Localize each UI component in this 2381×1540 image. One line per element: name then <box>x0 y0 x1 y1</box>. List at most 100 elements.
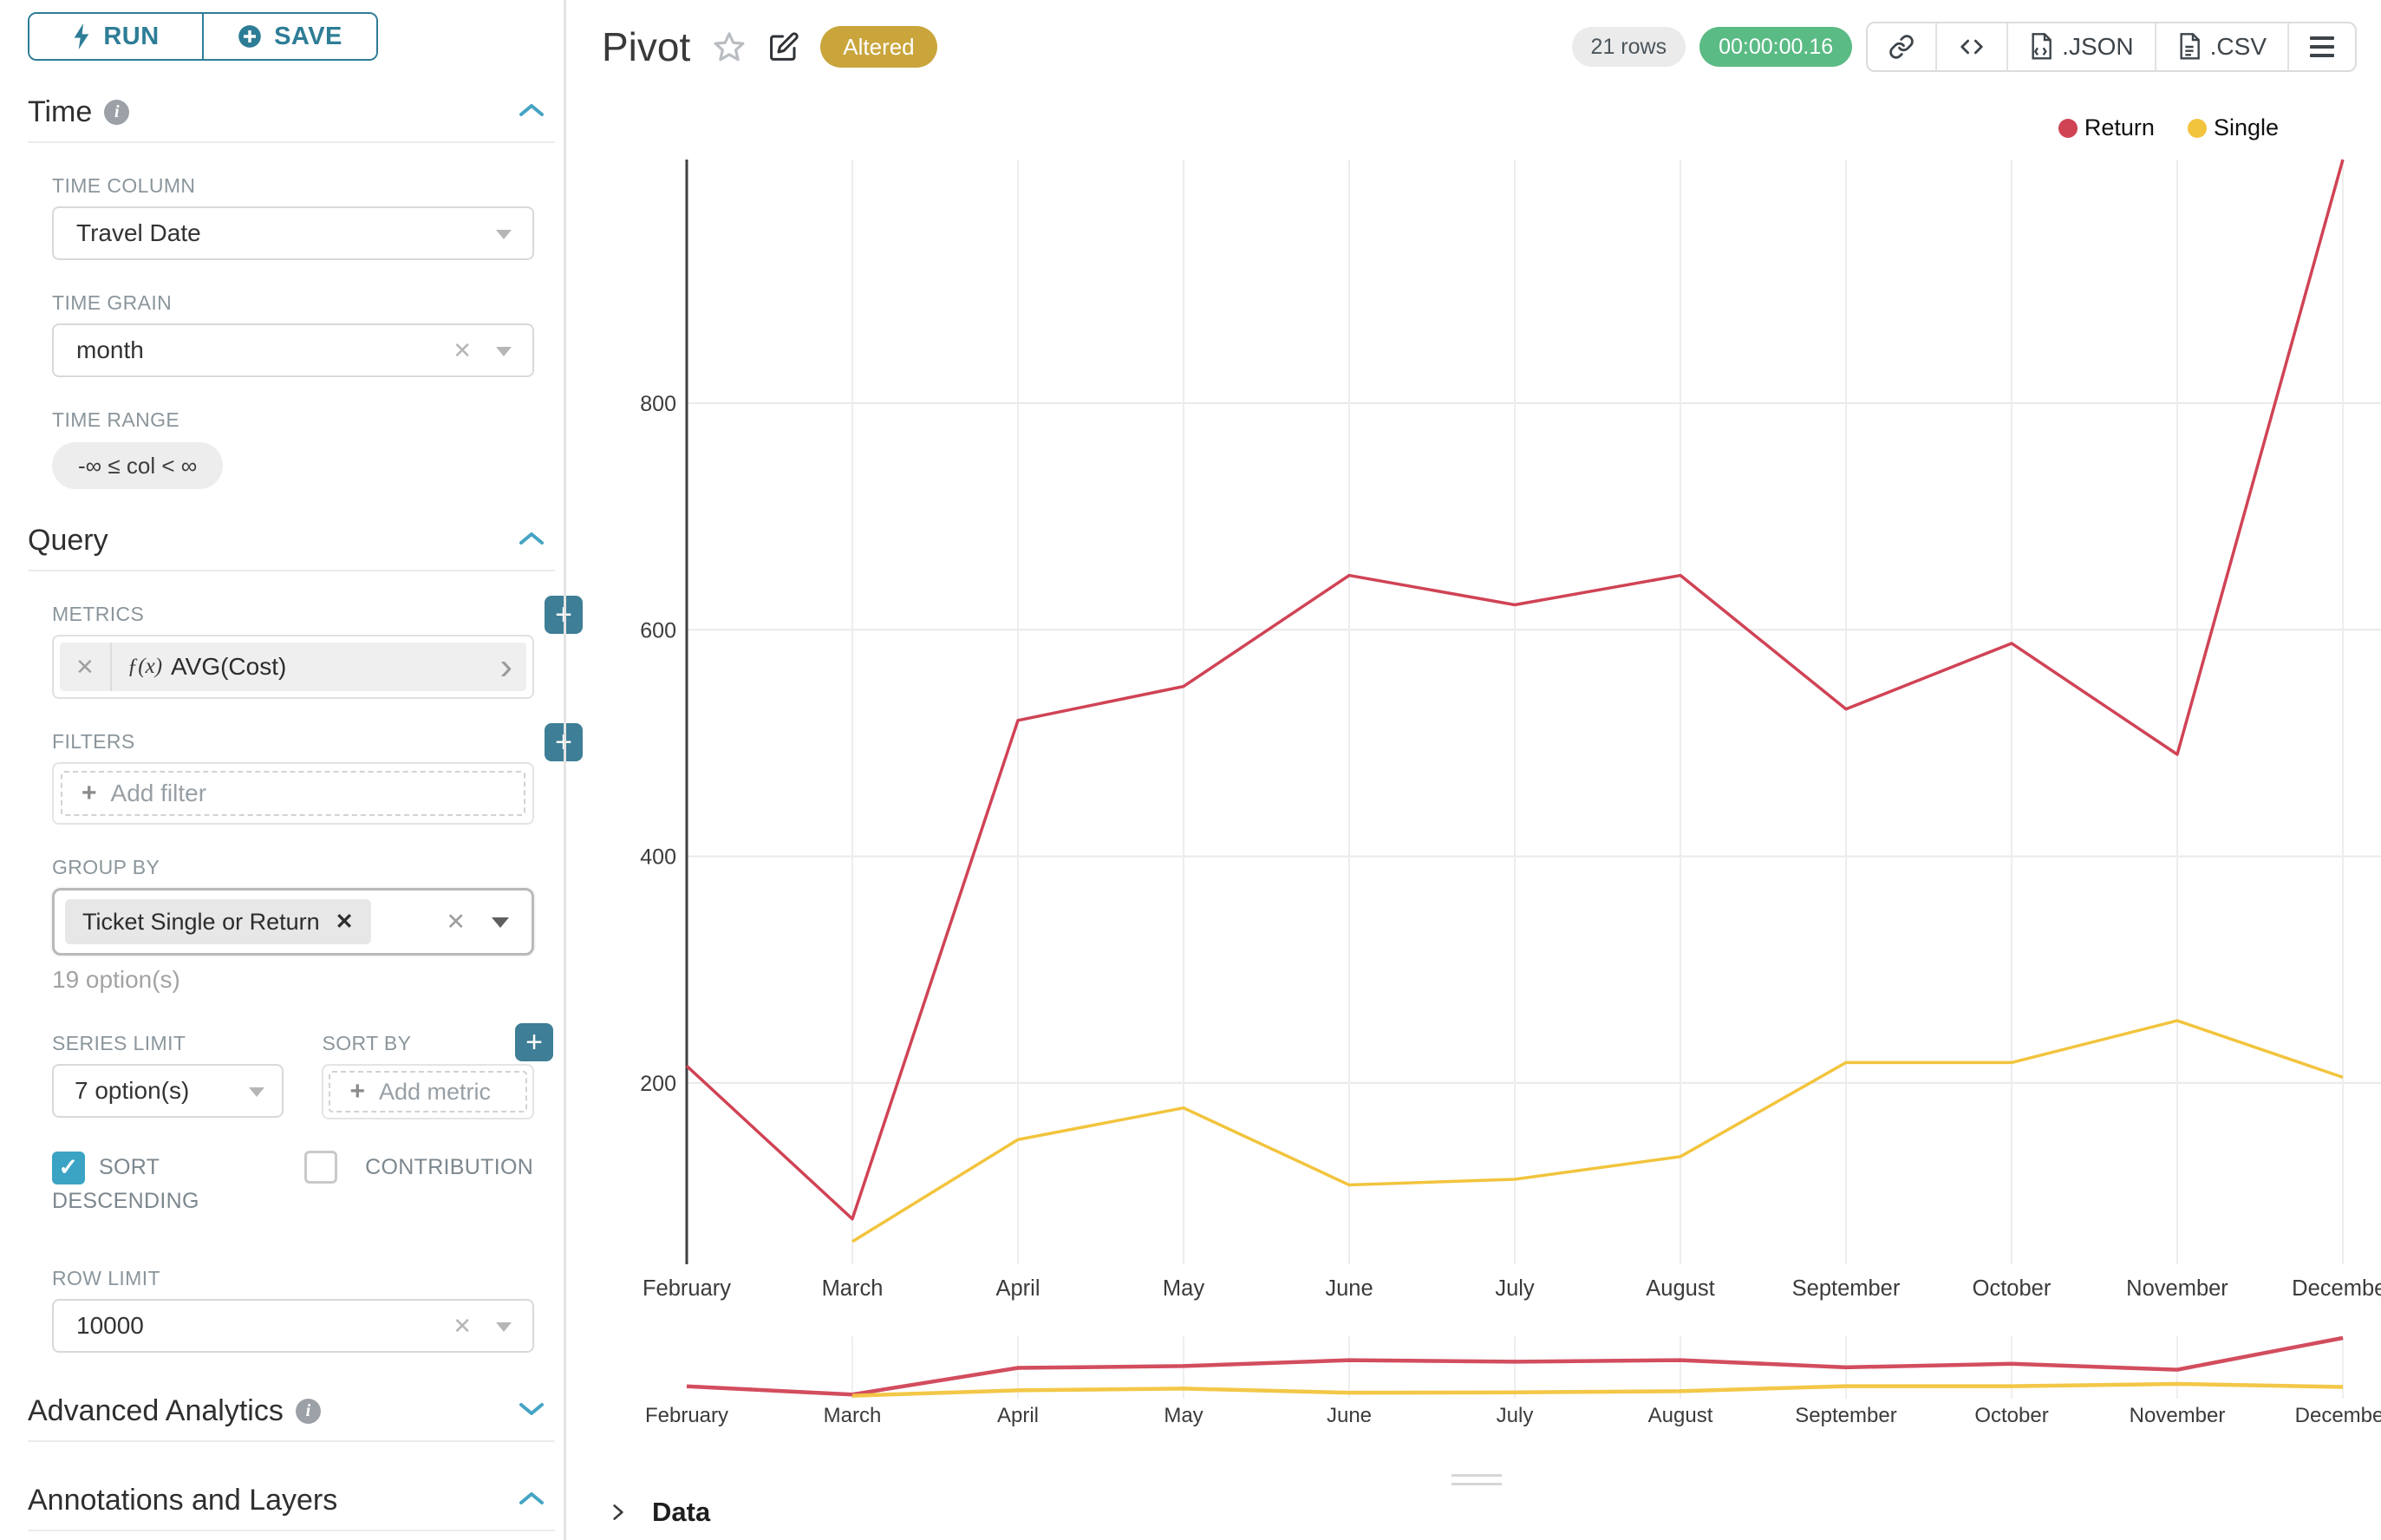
metric-name: AVG(Cost) <box>171 653 286 681</box>
run-button-label: RUN <box>103 23 159 51</box>
sort-descending-checkbox[interactable]: ✓ <box>52 1152 85 1184</box>
section-divider <box>28 141 555 143</box>
group-by-select[interactable]: Ticket Single or Return ✕ ✕ <box>52 888 534 956</box>
add-filter-button[interactable]: + Add filter <box>61 771 525 816</box>
metric-container: ✕ ƒ(x) AVG(Cost) › <box>52 635 534 699</box>
info-icon: i <box>296 1399 321 1424</box>
data-section-toggle[interactable]: Data <box>607 1497 710 1528</box>
remove-tag-icon[interactable]: ✕ <box>336 909 354 935</box>
caret-down-icon <box>496 230 512 239</box>
sort-by-container: + Add metric <box>322 1064 534 1119</box>
mini-x-tick-label: June <box>1327 1404 1372 1427</box>
panel-divider[interactable] <box>564 0 566 1540</box>
function-icon: ƒ(x) <box>127 655 162 679</box>
clear-icon[interactable]: ✕ <box>453 1313 472 1340</box>
x-tick-label: November <box>2126 1276 2228 1301</box>
time-grain-value: month <box>76 336 144 364</box>
annotations-section: Annotations and Layers <box>28 1484 555 1531</box>
time-column-label: TIME COLUMN <box>52 174 534 198</box>
add-sort-metric-button[interactable]: + Add metric <box>329 1071 527 1113</box>
section-divider <box>28 1530 555 1531</box>
lightning-bolt-icon <box>72 23 91 49</box>
contribution-checkbox[interactable] <box>304 1151 337 1184</box>
x-tick-label: October <box>1973 1276 2052 1301</box>
time-grain-select[interactable]: month ✕ <box>52 323 534 377</box>
group-by-options-hint: 19 option(s) <box>52 966 534 994</box>
collapse-chevron-up-icon[interactable] <box>519 102 545 122</box>
plus-icon: + <box>82 779 97 808</box>
series-limit-label: SERIES LIMIT <box>52 1032 284 1055</box>
run-button[interactable]: RUN <box>29 14 202 59</box>
chart-panel: Pivot Altered 21 rows 00:00:00.16 <box>572 0 2381 1540</box>
info-icon: i <box>104 100 129 125</box>
caret-down-icon <box>496 1322 512 1332</box>
y-tick-label: 400 <box>640 845 676 870</box>
save-button[interactable]: SAVE <box>202 14 376 59</box>
metric-pill[interactable]: ✕ ƒ(x) AVG(Cost) › <box>60 643 526 691</box>
superset-explore-view: RUN SAVE Time i TIME COLUMN Travel Date <box>0 0 2381 1540</box>
caret-down-icon <box>492 917 509 928</box>
mini-x-tick-label: November <box>2130 1404 2226 1427</box>
resize-drag-handle[interactable] <box>1446 1469 1507 1491</box>
line-chart[interactable]: 200400600800FebruaryMarchAprilMayJuneJul… <box>572 0 2381 1318</box>
single-series-line[interactable] <box>852 1021 2343 1242</box>
mini-x-tick-label: September <box>1795 1404 1896 1427</box>
row-limit-select[interactable]: 10000 ✕ <box>52 1299 534 1353</box>
group-by-label: GROUP BY <box>52 856 534 879</box>
mini-single-line[interactable] <box>852 1384 2343 1396</box>
run-save-button-group: RUN SAVE <box>28 12 378 61</box>
row-limit-value: 10000 <box>76 1312 144 1340</box>
add-sort-metric-label: Add metric <box>379 1079 491 1106</box>
clear-icon[interactable]: ✕ <box>453 337 472 364</box>
metrics-label: METRICS <box>52 603 534 626</box>
data-section-label: Data <box>652 1497 710 1528</box>
x-tick-label: June <box>1325 1276 1373 1301</box>
caret-down-icon <box>249 1087 264 1097</box>
advanced-analytics-section: Advanced Analytics i <box>28 1394 555 1442</box>
collapse-chevron-down-icon[interactable] <box>519 1401 545 1421</box>
time-column-select[interactable]: Travel Date <box>52 206 534 260</box>
add-filter-label: Add filter <box>111 780 207 807</box>
annotations-title: Annotations and Layers <box>28 1484 337 1517</box>
caret-down-icon <box>496 347 512 356</box>
mini-x-tick-label: May <box>1164 1404 1203 1427</box>
group-by-tag: Ticket Single or Return ✕ <box>65 899 371 944</box>
contribution-label: CONTRIBUTION <box>365 1155 533 1180</box>
mini-x-tick-label: March <box>824 1404 882 1427</box>
row-limit-label: ROW LIMIT <box>52 1267 534 1290</box>
range-selector-mini-chart[interactable]: FebruaryMarchAprilMayJuneJulyAugustSepte… <box>572 1331 2381 1448</box>
mini-x-tick-label: July <box>1497 1404 1534 1427</box>
y-tick-label: 800 <box>640 392 676 416</box>
time-section-title: Time <box>28 95 92 129</box>
time-grain-label: TIME GRAIN <box>52 291 534 315</box>
query-section-title: Query <box>28 524 108 558</box>
chevron-right-icon <box>607 1499 629 1525</box>
collapse-chevron-up-icon[interactable] <box>519 531 545 551</box>
time-range-pill[interactable]: -∞ ≤ col < ∞ <box>52 442 223 489</box>
plus-icon: + <box>349 1077 365 1106</box>
x-tick-label: December <box>2292 1276 2381 1301</box>
contribution-option: CONTRIBUTION <box>304 1151 534 1218</box>
x-tick-label: August <box>1646 1276 1714 1301</box>
filters-label: FILTERS <box>52 730 534 754</box>
save-button-label: SAVE <box>274 23 342 51</box>
sort-descending-option: ✓SORT DESCENDING <box>52 1151 266 1218</box>
mini-x-tick-label: October <box>1974 1404 2048 1427</box>
x-tick-label: May <box>1163 1276 1204 1301</box>
mini-x-tick-label: August <box>1648 1404 1713 1427</box>
mini-x-tick-label: December <box>2295 1404 2381 1427</box>
time-range-label: TIME RANGE <box>52 408 534 432</box>
clear-icon[interactable]: ✕ <box>446 909 466 936</box>
x-tick-label: February <box>643 1276 731 1301</box>
x-tick-label: July <box>1495 1276 1535 1301</box>
filters-container: + Add filter <box>52 762 534 825</box>
x-tick-label: March <box>822 1276 884 1301</box>
time-column-value: Travel Date <box>76 219 201 247</box>
section-divider <box>28 570 555 571</box>
section-divider <box>28 1440 555 1442</box>
add-sort-metric-plus-button[interactable]: + <box>515 1023 553 1061</box>
remove-metric-icon[interactable]: ✕ <box>60 643 112 691</box>
series-limit-select[interactable]: 7 option(s) <box>52 1064 284 1118</box>
collapse-chevron-up-icon[interactable] <box>519 1491 545 1511</box>
chevron-right-icon[interactable]: › <box>499 648 526 686</box>
